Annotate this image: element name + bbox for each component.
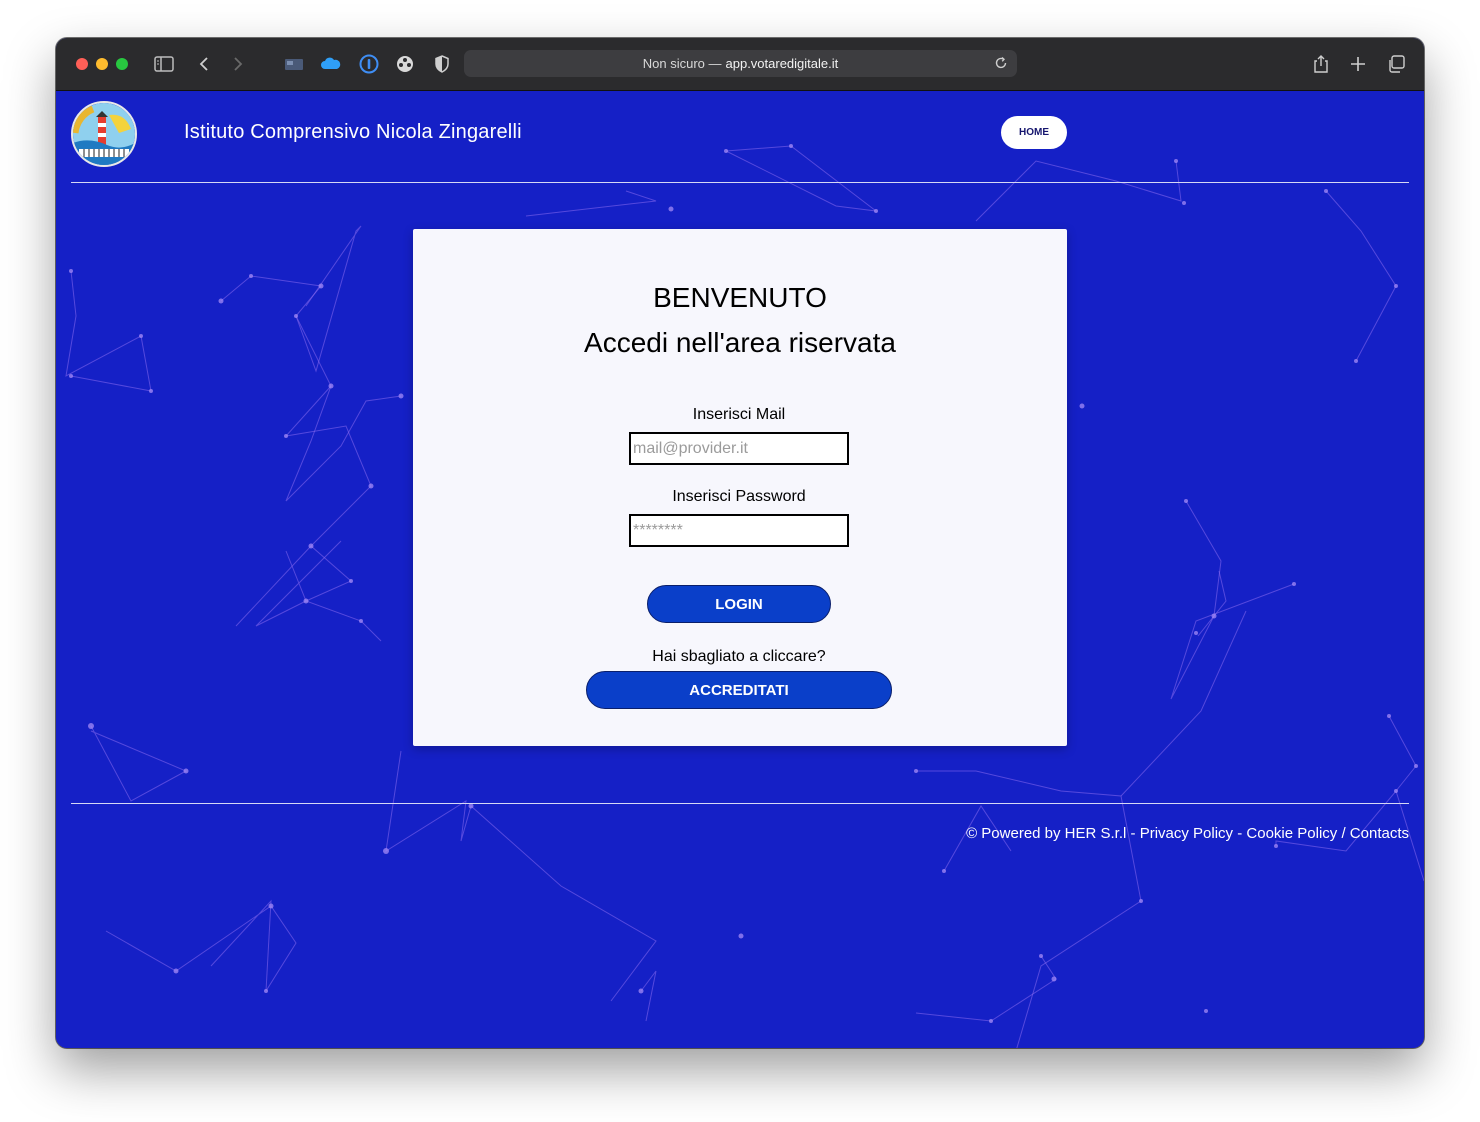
wrong-click-text: Hai sbagliato a cliccare? — [652, 648, 826, 665]
forward-icon[interactable] — [228, 53, 248, 75]
password-label: Inserisci Password — [672, 488, 806, 505]
privacy-shield-icon[interactable] — [431, 53, 453, 75]
header-divider — [71, 182, 1409, 183]
mail-label: Inserisci Mail — [692, 406, 786, 423]
url-host: app.votaredigitale.it — [725, 56, 839, 71]
school-logo[interactable] — [71, 101, 137, 167]
browser-window: Non sicuro — app.votaredigitale.it Istit… — [56, 38, 1424, 1048]
email-field[interactable] — [629, 432, 849, 465]
contacts-link[interactable]: Contacts — [1350, 825, 1409, 842]
footer-separator: - — [1233, 825, 1247, 842]
extension-icon[interactable] — [394, 53, 416, 75]
privacy-policy-link[interactable]: Privacy Policy — [1140, 825, 1233, 842]
address-bar[interactable]: Non sicuro — app.votaredigitale.it — [464, 50, 1017, 77]
login-button[interactable]: LOGIN — [647, 585, 831, 623]
web-page: Istituto Comprensivo Nicola Zingarelli H… — [56, 91, 1424, 1048]
footer-powered: © Powered by HER S.r.l — [966, 825, 1127, 842]
close-window-button[interactable] — [76, 58, 88, 70]
share-icon[interactable] — [1310, 53, 1332, 75]
password-manager-icon[interactable] — [358, 53, 380, 75]
new-tab-icon[interactable] — [1347, 53, 1369, 75]
back-icon[interactable] — [194, 53, 214, 75]
welcome-title: BENVENUTO — [653, 282, 827, 313]
site-title: Istituto Comprensivo Nicola Zingarelli — [184, 121, 522, 143]
zoom-window-button[interactable] — [116, 58, 128, 70]
reload-icon[interactable] — [993, 55, 1009, 74]
home-button[interactable]: HOME — [1001, 116, 1067, 149]
cloud-icon[interactable] — [319, 53, 343, 75]
url-security-label: Non sicuro — — [642, 56, 722, 71]
register-button[interactable]: ACCREDITATI — [586, 671, 892, 709]
footer-separator: - — [1126, 825, 1140, 842]
welcome-subtitle: Accedi nell'area riservata — [584, 327, 896, 358]
login-card: BENVENUTO Accedi nell'area riservata Ins… — [413, 229, 1067, 746]
footer-divider — [71, 803, 1409, 804]
footer: © Powered by HER S.r.l - Privacy Policy … — [966, 825, 1409, 842]
password-field[interactable] — [629, 514, 849, 547]
cookie-policy-link[interactable]: Cookie Policy — [1246, 825, 1337, 842]
tab-overview-icon[interactable] — [282, 53, 306, 75]
tabs-icon[interactable] — [1385, 53, 1407, 75]
footer-separator: / — [1337, 825, 1350, 842]
minimize-window-button[interactable] — [96, 58, 108, 70]
sidebar-icon[interactable] — [152, 53, 176, 75]
browser-toolbar: Non sicuro — app.votaredigitale.it — [56, 38, 1424, 91]
